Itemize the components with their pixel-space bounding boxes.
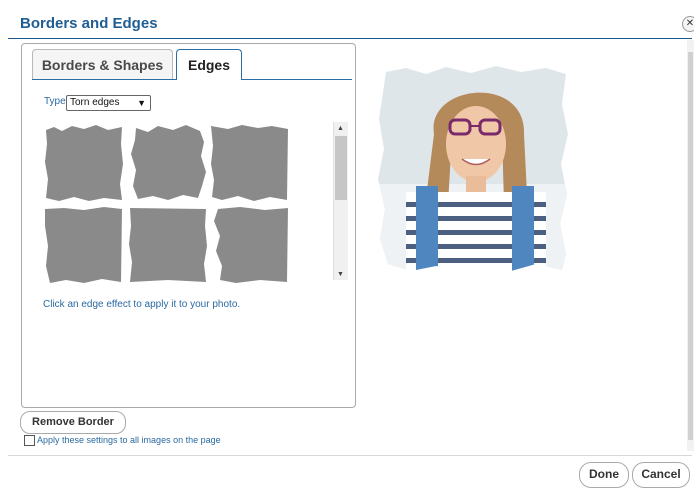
type-label: Type [44, 96, 66, 107]
photo-preview [378, 66, 568, 272]
dialog-scrollbar-thumb[interactable] [688, 52, 693, 440]
done-button[interactable]: Done [579, 462, 629, 488]
apply-all-checkbox[interactable] [24, 435, 35, 447]
apply-all-row[interactable]: Apply these settings to all images on th… [24, 435, 221, 447]
remove-border-button[interactable]: Remove Border [20, 411, 126, 434]
edge-thumbnail-2[interactable] [128, 124, 208, 202]
tab-edges[interactable]: Edges [176, 49, 242, 80]
chevron-down-icon: ▼ [137, 98, 146, 108]
thumbnail-scrollbar[interactable]: ▲ ▼ [333, 122, 348, 280]
borders-edges-dialog: Borders and Edges ✕ Borders & Shapes Edg… [0, 0, 694, 494]
edge-thumbnail-3[interactable] [210, 124, 290, 202]
tab-bar: Borders & Shapes Edges [32, 49, 352, 80]
scroll-up-icon[interactable]: ▲ [337, 125, 344, 132]
cancel-button[interactable]: Cancel [632, 462, 690, 488]
edges-panel: Borders & Shapes Edges Type Torn edges ▼… [21, 43, 356, 408]
footer-divider [8, 455, 692, 456]
dialog-scrollbar[interactable] [687, 40, 694, 451]
edge-thumbnail-6[interactable] [210, 206, 290, 284]
edge-thumbnail-5[interactable] [128, 206, 208, 284]
edge-hint-text: Click an edge effect to apply it to your… [43, 299, 241, 310]
apply-all-label: Apply these settings to all images on th… [37, 435, 221, 445]
edge-thumbnail-grid [44, 124, 292, 284]
type-select-value: Torn edges [70, 97, 120, 108]
edge-thumbnail-1[interactable] [44, 124, 124, 202]
dialog-title: Borders and Edges [20, 15, 158, 32]
tab-borders-shapes[interactable]: Borders & Shapes [32, 49, 173, 79]
type-select[interactable]: Torn edges ▼ [66, 95, 151, 111]
edge-thumbnail-4[interactable] [44, 206, 124, 284]
dialog-titlebar: Borders and Edges ✕ [8, 8, 694, 39]
scrollbar-thumb[interactable] [335, 136, 347, 200]
scroll-down-icon[interactable]: ▼ [337, 271, 344, 278]
close-icon[interactable]: ✕ [682, 16, 694, 32]
